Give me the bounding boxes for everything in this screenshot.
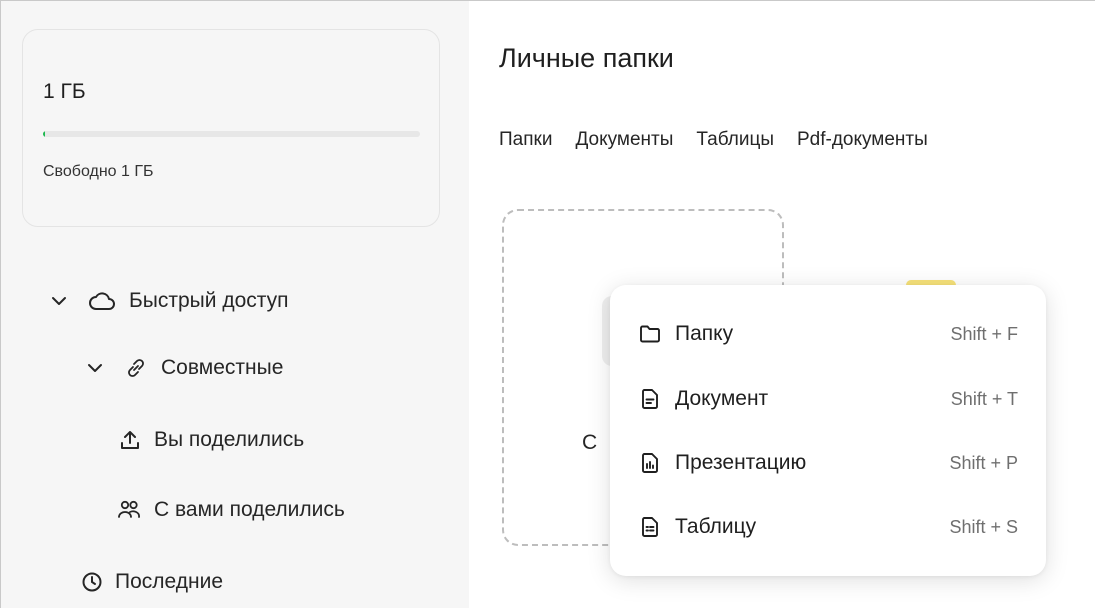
users-icon xyxy=(117,499,141,521)
menu-item-label: Папку xyxy=(675,322,734,345)
sidebar-item-label: Последние xyxy=(115,570,224,593)
sidebar-item-label: С вами поделились xyxy=(154,498,345,521)
menu-item-folder[interactable]: Папку Shift + F xyxy=(638,316,1018,352)
sidebar-item-you-shared[interactable]: Вы поделились xyxy=(119,425,304,455)
sidebar-item-shared-with-you[interactable]: С вами поделились xyxy=(117,495,345,525)
cloud-icon xyxy=(89,291,115,311)
presentation-icon xyxy=(638,451,662,475)
link-icon xyxy=(125,357,147,379)
sidebar-item-label: Быстрый доступ xyxy=(129,289,289,312)
tab-spreadsheets[interactable]: Таблицы xyxy=(696,129,774,151)
menu-item-spreadsheet[interactable]: Таблицу Shift + S xyxy=(638,509,1018,545)
document-icon xyxy=(638,387,662,411)
storage-total: 1 ГБ xyxy=(43,80,86,103)
sidebar: 1 ГБ Свободно 1 ГБ Быстрый доступ Совмес… xyxy=(1,1,469,608)
storage-free-label: Свободно 1 ГБ xyxy=(43,163,154,180)
tabs-bar: Папки Документы Таблицы Pdf-документы xyxy=(499,129,951,151)
storage-progress-bar xyxy=(43,131,420,137)
clock-icon xyxy=(81,571,103,593)
chevron-down-icon[interactable] xyxy=(49,296,69,306)
storage-card[interactable]: 1 ГБ Свободно 1 ГБ xyxy=(22,29,440,227)
tab-documents[interactable]: Документы xyxy=(575,129,673,151)
chevron-down-icon[interactable] xyxy=(85,363,105,373)
create-menu: Папку Shift + F Документ Shift + T Презе… xyxy=(610,285,1046,576)
sidebar-item-label: Вы поделились xyxy=(154,428,305,451)
menu-item-shortcut: Shift + T xyxy=(950,388,1018,409)
menu-item-presentation[interactable]: Презентацию Shift + P xyxy=(638,445,1018,481)
tab-folders[interactable]: Папки xyxy=(499,129,552,151)
menu-item-shortcut: Shift + S xyxy=(949,516,1018,537)
sidebar-item-label: Совместные xyxy=(161,356,284,379)
sidebar-item-shared[interactable]: Совместные xyxy=(85,353,283,383)
menu-item-shortcut: Shift + P xyxy=(949,452,1018,473)
tab-pdf-documents[interactable]: Pdf-документы xyxy=(797,129,928,151)
spreadsheet-icon xyxy=(638,515,662,539)
folder-icon xyxy=(638,322,662,346)
menu-item-label: Документ xyxy=(675,387,769,410)
menu-item-label: Таблицу xyxy=(675,515,757,538)
app-window: 1 ГБ Свободно 1 ГБ Быстрый доступ Совмес… xyxy=(0,0,1095,608)
sidebar-item-quick-access[interactable]: Быстрый доступ xyxy=(49,286,289,316)
upload-icon xyxy=(119,429,141,451)
menu-item-label: Презентацию xyxy=(675,451,807,474)
create-label: С xyxy=(582,431,598,454)
page-title: Личные папки xyxy=(499,43,674,73)
menu-item-document[interactable]: Документ Shift + T xyxy=(638,381,1018,417)
sidebar-item-recent[interactable]: Последние xyxy=(81,567,223,597)
storage-progress-fill xyxy=(43,131,45,137)
menu-item-shortcut: Shift + F xyxy=(950,323,1018,344)
